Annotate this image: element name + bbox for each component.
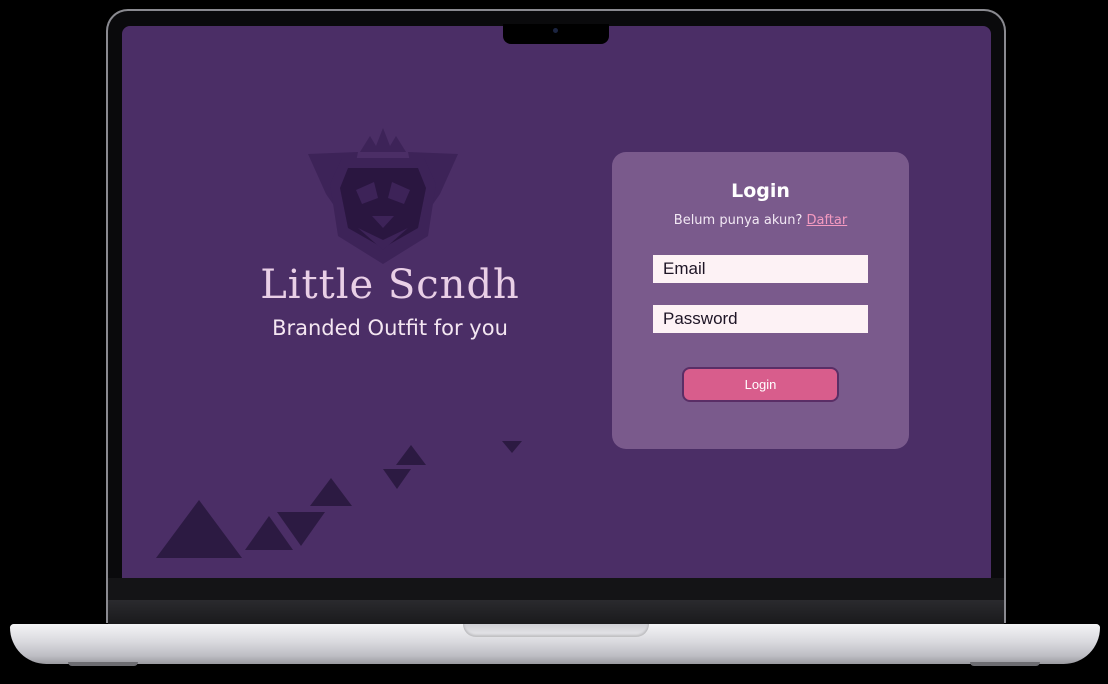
laptop-foot-right <box>970 662 1040 666</box>
camera-notch <box>503 24 609 44</box>
camera-icon <box>553 28 558 33</box>
login-card: Login Belum punya akun? Daftar Login <box>612 152 909 449</box>
brand-subtitle: Branded Outfit for you <box>272 316 508 340</box>
email-field[interactable] <box>653 255 868 283</box>
laptop-screen: Little Scndh Branded Outfit for you Logi… <box>122 26 991 578</box>
laptop-foot-left <box>68 662 138 666</box>
register-prompt-text: Belum punya akun? <box>673 213 803 228</box>
decor-triangle-large <box>156 500 242 558</box>
login-title: Login <box>731 180 790 202</box>
screen-chin <box>108 578 1004 600</box>
decor-triangle-mid <box>310 478 352 506</box>
decor-triangle-small-down <box>277 512 325 546</box>
decor-triangle-down-2 <box>383 469 411 489</box>
decor-triangle-tiny <box>502 441 522 453</box>
register-link[interactable]: Daftar <box>806 213 847 228</box>
lion-crown-crest-icon <box>308 128 458 264</box>
lid-opening-notch <box>463 624 649 637</box>
decor-triangle-up-2 <box>396 445 426 465</box>
laptop-hinge <box>108 600 1004 624</box>
password-field[interactable] <box>653 305 868 333</box>
brand-title: Little Scndh <box>260 262 520 308</box>
register-prompt: Belum punya akun? Daftar <box>612 213 909 228</box>
login-button[interactable]: Login <box>682 367 839 402</box>
